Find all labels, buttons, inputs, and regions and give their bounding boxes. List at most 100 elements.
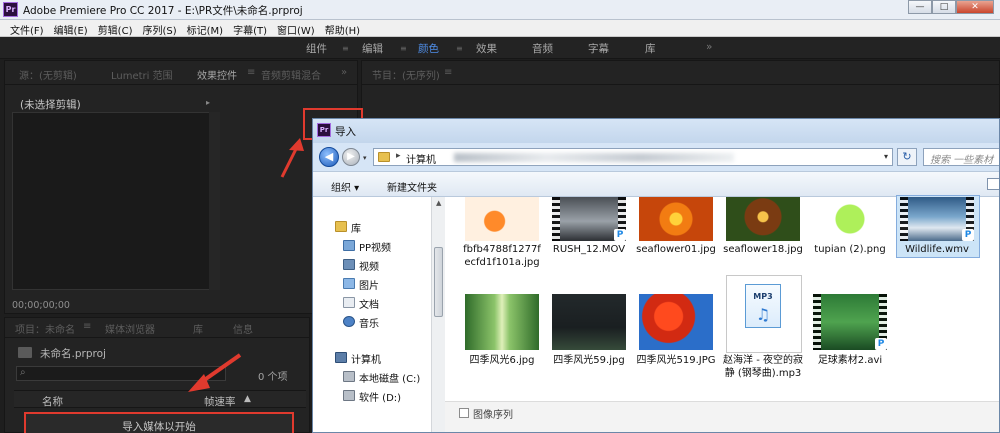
menu-file[interactable]: 文件(F) [5, 20, 49, 37]
tab-info[interactable]: 信息 [233, 321, 253, 336]
workspace-tab-editing[interactable]: 编辑 [362, 41, 383, 56]
film-strip-icon [552, 197, 560, 241]
file-thumbnail[interactable] [726, 197, 800, 241]
new-folder-button[interactable]: 新建文件夹 [387, 179, 437, 194]
file-name[interactable]: seaflower01.jpg [635, 243, 717, 256]
address-row: ◀ ▶ ▾ ▸ 计算机 ▾ ↻ 搜索 一些素材 [313, 143, 999, 171]
library-icon [335, 221, 347, 232]
file-name[interactable]: 四季风光6.jpg [461, 354, 543, 367]
address-dropdown-icon[interactable]: ▾ [884, 152, 888, 161]
workspace-tab-color[interactable]: 颜色 [418, 41, 439, 56]
file-name[interactable]: 四季风光519.JPG [635, 354, 717, 367]
maximize-button[interactable]: □ [932, 0, 956, 14]
nav-item-drive-c[interactable]: 本地磁盘 (C:) [359, 370, 420, 385]
file-name[interactable]: seaflower18.jpg [722, 243, 804, 256]
video-thumbnail[interactable]: P [900, 197, 974, 241]
address-bar[interactable]: ▸ 计算机 ▾ [373, 148, 893, 166]
premiere-logo-icon: Pr [317, 123, 331, 137]
tab-audio-clip-mixer[interactable]: 音频剪辑混合 [261, 67, 321, 82]
file-thumbnail[interactable] [639, 294, 713, 350]
video-thumbnail[interactable]: P [552, 197, 626, 241]
film-strip-icon [813, 294, 821, 350]
file-name[interactable]: fbfb4788f1277fecfd1f101a.jpg [461, 243, 543, 269]
navigation-scrollbar[interactable]: ▲ [431, 197, 445, 432]
nav-item-library[interactable]: 库 [351, 220, 361, 235]
history-dropdown-icon[interactable]: ▾ [363, 154, 367, 162]
nav-item-pp-video[interactable]: PP视频 [359, 239, 391, 254]
scroll-thumb[interactable] [434, 247, 443, 317]
menu-marker[interactable]: 标记(M) [182, 20, 228, 37]
menu-edit[interactable]: 编辑(E) [49, 20, 93, 37]
column-name-header[interactable]: 名称 [42, 394, 63, 409]
video-thumbnail[interactable]: P [813, 294, 887, 350]
back-arrow-icon[interactable]: ◀ [319, 147, 339, 167]
file-thumbnail[interactable] [552, 294, 626, 350]
file-name[interactable]: Wildlife.wmv [896, 243, 978, 256]
file-name[interactable]: 赵海洋 - 夜空的寂静 (钢琴曲).mp3 [722, 354, 804, 380]
menu-title[interactable]: 字幕(T) [228, 20, 272, 37]
organize-button[interactable]: 组织 ▾ [331, 179, 359, 194]
file-thumbnail[interactable] [465, 294, 539, 350]
nav-item-pictures[interactable]: 图片 [359, 277, 379, 292]
file-name[interactable]: tupian (2).png [809, 243, 891, 256]
workspace-tab-effects[interactable]: 效果 [476, 41, 497, 56]
file-search-input[interactable]: 搜索 一些素材 [923, 148, 999, 166]
file-thumbnail[interactable] [465, 197, 539, 241]
menu-sequence[interactable]: 序列(S) [137, 20, 181, 37]
scroll-up-icon[interactable]: ▲ [436, 199, 441, 207]
tab-media-browser[interactable]: 媒体浏览器 [105, 321, 155, 336]
file-thumbnail[interactable] [813, 197, 887, 241]
tab-lumetri-scopes[interactable]: Lumetri 范围 [111, 67, 173, 82]
forward-arrow-icon[interactable]: ▶ [342, 148, 360, 166]
premiere-logo-icon: Pr [3, 2, 18, 17]
workspace-tab-titles[interactable]: 字幕 [588, 41, 609, 56]
mp3-file-icon[interactable]: MP3 ♫ [726, 275, 802, 353]
nav-item-documents[interactable]: 文档 [359, 296, 379, 311]
video-icon [343, 259, 355, 270]
workspace-tab-assembly[interactable]: 组件 [306, 41, 327, 56]
video-folder-icon [343, 240, 355, 251]
tab-program[interactable]: 节目：(无序列) [372, 67, 440, 82]
effect-controls-scrollbar[interactable] [209, 112, 220, 290]
view-options-icon[interactable] [987, 178, 999, 190]
panel-overflow-icon[interactable]: » [341, 67, 347, 78]
image-sequence-checkbox[interactable] [459, 408, 469, 418]
program-menu-icon[interactable]: ≡ [444, 67, 452, 78]
minimize-button[interactable]: — [908, 0, 932, 14]
workspace-bar: 组件 ≡ 编辑 ≡ 颜色 ≡ 效果 音频 字幕 库 » [0, 37, 1000, 59]
breadcrumb-arrow-icon[interactable]: ▸ [396, 151, 401, 161]
source-expand-icon[interactable]: ▸ [206, 98, 210, 107]
menu-clip[interactable]: 剪辑(C) [93, 20, 138, 37]
documents-icon [343, 297, 355, 308]
sort-arrow-icon[interactable]: ▲ [244, 394, 251, 404]
breadcrumb-computer[interactable]: 计算机 [406, 151, 436, 166]
music-icon [343, 316, 355, 327]
nav-item-drive-d[interactable]: 软件 (D:) [359, 389, 401, 404]
file-list: fbfb4788f1277fecfd1f101a.jpg P RUSH_12.M… [445, 195, 999, 432]
menu-window[interactable]: 窗口(W) [272, 20, 320, 37]
column-frame-rate-header[interactable]: 帧速率 [204, 394, 236, 409]
file-thumbnail[interactable] [639, 197, 713, 241]
tab-effect-controls[interactable]: 效果控件 [197, 67, 237, 82]
panel-menu-icon[interactable]: ≡ [247, 67, 255, 78]
workspace-tab-audio[interactable]: 音频 [532, 41, 553, 56]
refresh-icon[interactable]: ↻ [897, 148, 917, 166]
premiere-window: Pr Adobe Premiere Pro CC 2017 - E:\PR文件\… [0, 0, 1000, 433]
project-search-input[interactable]: ⌕ [16, 366, 226, 381]
project-file-icon [18, 347, 32, 358]
tab-libraries[interactable]: 库 [193, 321, 203, 336]
import-media-drop-zone[interactable]: 导入媒体以开始 [24, 412, 294, 433]
nav-item-computer[interactable]: 计算机 [351, 351, 381, 366]
workspace-tab-libraries[interactable]: 库 [645, 41, 656, 56]
project-menu-icon[interactable]: ≡ [83, 321, 91, 332]
workspace-overflow-icon[interactable]: » [706, 41, 712, 53]
tab-project[interactable]: 项目：未命名 [15, 321, 75, 336]
tab-source[interactable]: 源：(无剪辑) [19, 67, 77, 82]
file-name[interactable]: 四季风光59.jpg [548, 354, 630, 367]
close-button[interactable]: ✕ [956, 0, 994, 14]
menu-help[interactable]: 帮助(H) [320, 20, 365, 37]
nav-item-videos[interactable]: 视频 [359, 258, 379, 273]
nav-item-music[interactable]: 音乐 [359, 315, 379, 330]
file-name[interactable]: 足球素材2.avi [809, 354, 891, 367]
file-name[interactable]: RUSH_12.MOV [548, 243, 630, 256]
